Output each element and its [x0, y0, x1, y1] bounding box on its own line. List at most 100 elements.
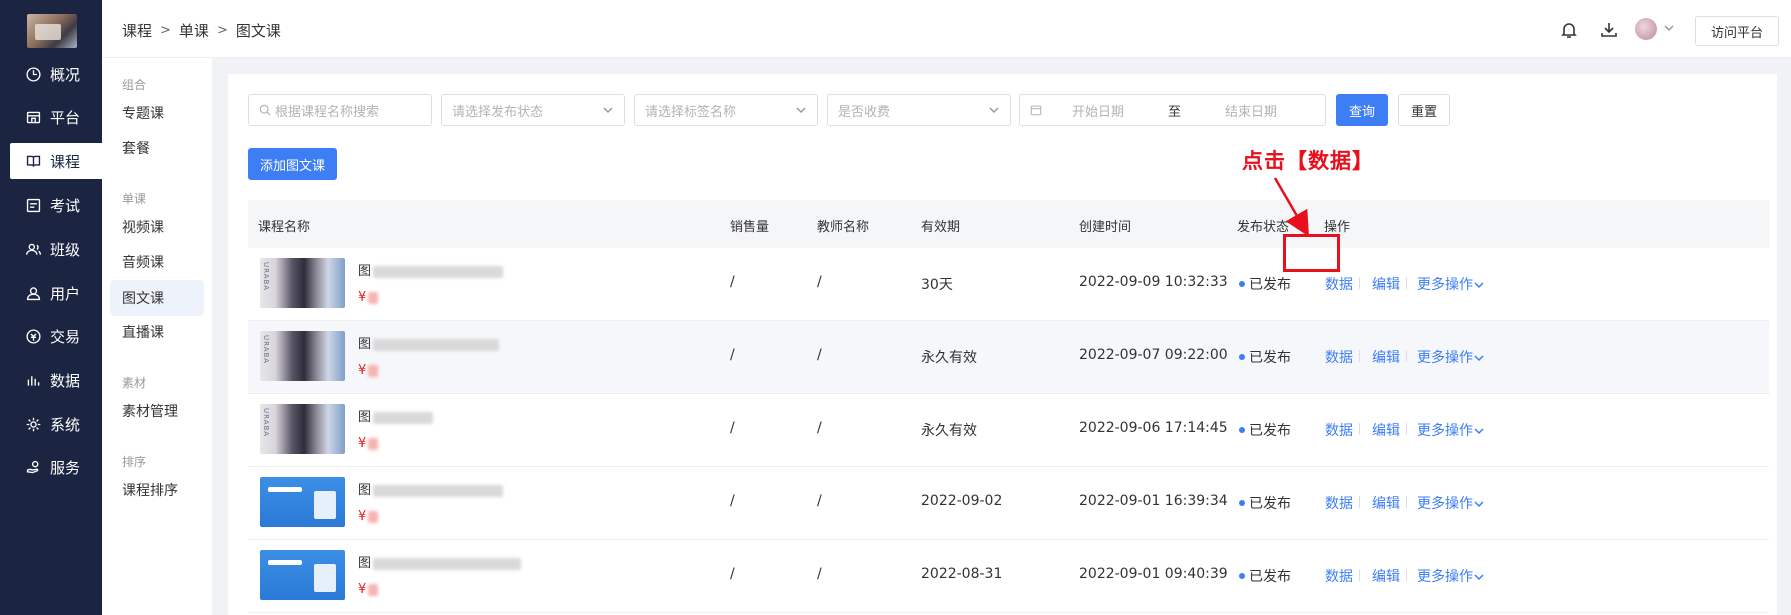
course-price: ¥	[358, 582, 379, 597]
nav-item-label: 课程	[50, 152, 81, 171]
course-thumbnail[interactable]	[260, 331, 345, 381]
submenu-item-material[interactable]: 素材管理	[110, 393, 204, 429]
scrollbar-track[interactable]	[1777, 58, 1791, 615]
status-badge: 已发布	[1239, 566, 1291, 586]
nav-item-overview[interactable]: 概况	[10, 56, 102, 92]
course-title[interactable]: 图	[358, 260, 504, 279]
sales-cell: /	[730, 420, 735, 436]
nav-item-course[interactable]: 课程	[10, 143, 102, 179]
status-badge: 已发布	[1239, 420, 1291, 440]
charge-select[interactable]: 是否收费	[827, 94, 1011, 126]
search-input[interactable]: 根据课程名称搜索	[248, 94, 432, 126]
nav-item-system[interactable]: 系统	[10, 406, 102, 442]
logo[interactable]	[27, 14, 77, 48]
edit-button[interactable]: 编辑	[1372, 493, 1400, 513]
charge-placeholder: 是否收费	[838, 104, 891, 120]
status-dot	[1239, 427, 1245, 433]
status-badge: 已发布	[1239, 347, 1291, 367]
course-thumbnail[interactable]	[260, 258, 345, 308]
nav-item-user[interactable]: 用户	[10, 275, 102, 311]
status-dot	[1239, 281, 1245, 287]
created-time-cell: 2022-09-01 09:40:39	[1079, 566, 1228, 582]
nav-item-class[interactable]: 班级	[10, 231, 102, 267]
more-actions-button[interactable]: 更多操作	[1417, 274, 1485, 294]
submenu-item-package[interactable]: 套餐	[110, 130, 204, 166]
service-icon	[24, 458, 42, 476]
created-time-cell: 2022-09-07 09:22:00	[1079, 347, 1228, 363]
chevron-down-icon[interactable]	[1663, 22, 1675, 34]
status-dot	[1239, 354, 1245, 360]
breadcrumb-item[interactable]: 单课	[179, 20, 209, 41]
chevron-down-icon	[1473, 279, 1485, 291]
nav-item-exam[interactable]: 考试	[10, 187, 102, 223]
data-button[interactable]: 数据	[1325, 566, 1353, 586]
edit-button[interactable]: 编辑	[1372, 566, 1400, 586]
nav-item-service[interactable]: 服务	[10, 449, 102, 485]
nav-item-trade[interactable]: 交易	[10, 318, 102, 354]
add-graphic-course-button[interactable]: 添加图文课	[248, 148, 337, 180]
edit-button[interactable]: 编辑	[1372, 274, 1400, 294]
data-button[interactable]: 数据	[1325, 274, 1353, 294]
divider	[1406, 350, 1407, 362]
divider	[1359, 569, 1360, 581]
nav-item-label: 概况	[50, 65, 81, 84]
course-thumbnail[interactable]	[260, 404, 345, 454]
bell-icon[interactable]	[1559, 20, 1579, 40]
visit-platform-button[interactable]: 访问平台	[1695, 16, 1779, 46]
divider	[1359, 350, 1360, 362]
reset-button[interactable]: 重置	[1398, 94, 1450, 126]
table-row: 图 ¥ / / 永久有效 2022-09-06 17:14:45 已发布 数据 …	[248, 394, 1769, 467]
avatar[interactable]	[1635, 18, 1657, 40]
column-header: 教师名称	[817, 220, 870, 235]
submenu-item-video[interactable]: 视频课	[110, 209, 204, 245]
column-header: 创建时间	[1079, 220, 1132, 235]
more-actions-button[interactable]: 更多操作	[1417, 493, 1485, 513]
data-button[interactable]: 数据	[1325, 493, 1353, 513]
chevron-down-icon	[1473, 571, 1485, 583]
date-range-separator: 至	[1168, 104, 1182, 120]
tag-select[interactable]: 请选择标签名称	[634, 94, 818, 126]
submenu-item-topic[interactable]: 专题课	[110, 95, 204, 131]
data-button[interactable]: 数据	[1325, 420, 1353, 440]
more-actions-button[interactable]: 更多操作	[1417, 566, 1485, 586]
course-thumbnail[interactable]	[260, 550, 345, 600]
course-title[interactable]: 图	[358, 479, 504, 498]
query-button[interactable]: 查询	[1336, 94, 1388, 126]
submenu-item-sort[interactable]: 课程排序	[110, 472, 204, 508]
edit-button[interactable]: 编辑	[1372, 347, 1400, 367]
submenu-group-label: 单课	[122, 192, 147, 206]
submenu-item-graphic[interactable]: 图文课	[110, 280, 204, 316]
bar-chart-icon	[24, 371, 42, 389]
nav-item-platform[interactable]: 平台	[10, 99, 102, 135]
data-button[interactable]: 数据	[1325, 347, 1353, 367]
breadcrumb-item[interactable]: 课程	[122, 20, 152, 41]
status-badge: 已发布	[1239, 493, 1291, 513]
course-title[interactable]: 图	[358, 406, 434, 425]
download-icon[interactable]	[1599, 20, 1619, 40]
validity-cell: 2022-09-02	[921, 493, 1003, 509]
chevron-down-icon	[1473, 498, 1485, 510]
course-price: ¥	[358, 436, 379, 451]
date-range-picker[interactable]: 开始日期 至 结束日期	[1019, 94, 1326, 126]
start-date-input[interactable]: 开始日期	[1072, 101, 1124, 120]
status-select[interactable]: 请选择发布状态	[441, 94, 625, 126]
edit-button[interactable]: 编辑	[1372, 420, 1400, 440]
nav-item-label: 交易	[50, 327, 81, 346]
course-title[interactable]: 图	[358, 552, 522, 571]
validity-cell: 2022-08-31	[921, 566, 1003, 582]
created-time-cell: 2022-09-01 16:39:34	[1079, 493, 1228, 509]
nav-item-data[interactable]: 数据	[10, 362, 102, 398]
created-time-cell: 2022-09-06 17:14:45	[1079, 420, 1228, 436]
more-actions-button[interactable]: 更多操作	[1417, 420, 1485, 440]
nav-item-label: 服务	[50, 458, 81, 477]
main-content: 根据课程名称搜索 请选择发布状态 请选择标签名称 是否收费 开始日期 至 结束日…	[228, 74, 1791, 615]
validity-cell: 永久有效	[921, 350, 977, 366]
group-icon	[24, 240, 42, 258]
submenu-item-live[interactable]: 直播课	[110, 314, 204, 350]
divider	[1406, 569, 1407, 581]
course-title[interactable]: 图	[358, 333, 500, 352]
course-thumbnail[interactable]	[260, 477, 345, 527]
more-actions-button[interactable]: 更多操作	[1417, 347, 1485, 367]
submenu-item-audio[interactable]: 音频课	[110, 244, 204, 280]
end-date-input[interactable]: 结束日期	[1225, 101, 1277, 120]
